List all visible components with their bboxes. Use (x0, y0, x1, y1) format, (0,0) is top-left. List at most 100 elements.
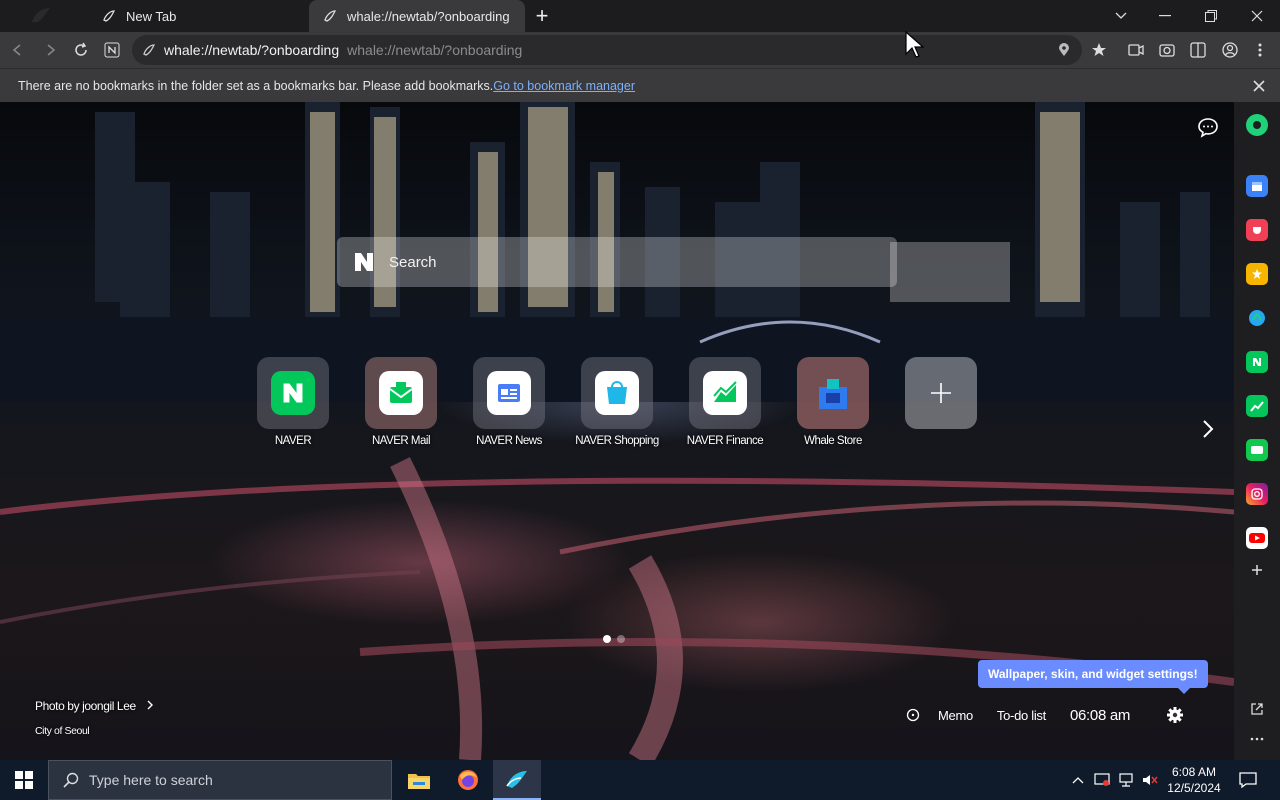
settings-tooltip: Wallpaper, skin, and widget settings! (978, 660, 1208, 694)
webtoon-icon[interactable] (1246, 439, 1268, 461)
network-tray-icon[interactable] (1116, 760, 1136, 800)
pocket-icon[interactable] (1246, 219, 1268, 241)
bookmark-manager-link[interactable]: Go to bookmark manager (493, 79, 635, 93)
external-link-icon (1251, 703, 1263, 715)
close-window-button[interactable] (1234, 0, 1280, 32)
firefox-icon (458, 770, 478, 790)
page-dot[interactable] (617, 635, 625, 643)
windows-logo-icon (15, 771, 33, 789)
menu-button[interactable] (1248, 38, 1272, 62)
speed-dial-tile (905, 357, 977, 429)
memo-widget[interactable]: Memo (938, 708, 973, 723)
whale-logo-icon[interactable] (30, 6, 52, 26)
sidebar-toggle-button[interactable] (1186, 38, 1210, 62)
new-tab-button[interactable]: + (528, 3, 556, 29)
page-dot-active[interactable] (603, 635, 611, 643)
url-autocomplete: whale://newtab/?onboarding (347, 42, 523, 58)
whale-store-icon (819, 379, 847, 409)
security-tray-icon[interactable] (1092, 760, 1112, 800)
back-button[interactable] (6, 38, 30, 62)
speed-dial-whale-store[interactable]: Whale Store (783, 357, 883, 448)
taskbar-clock[interactable]: 6:08 AM 12/5/2024 (1164, 764, 1224, 796)
arrow-left-icon (12, 44, 21, 56)
whale-tab-icon (103, 10, 116, 22)
calendar-icon[interactable] (1246, 175, 1268, 197)
notification-center-button[interactable] (1232, 760, 1264, 800)
feedback-chat-icon[interactable] (1196, 116, 1220, 140)
naver-news-icon (487, 371, 531, 415)
tab-new-tab[interactable]: New Tab (88, 0, 308, 32)
arrow-right-icon (47, 44, 56, 56)
sidebar-more-button[interactable] (1246, 728, 1268, 750)
show-hidden-icons-button[interactable] (1068, 760, 1088, 800)
forward-button[interactable] (38, 38, 62, 62)
speed-dial-tile (581, 357, 653, 429)
star-icon[interactable] (1246, 263, 1268, 285)
tab-list-button[interactable] (1098, 0, 1144, 32)
chevron-right-icon[interactable] (1196, 417, 1220, 441)
notification-icon (1239, 772, 1257, 788)
restore-button[interactable] (1188, 0, 1234, 32)
toolbar: whale://newtab/?onboarding whale://newta… (0, 32, 1280, 68)
capture-button[interactable] (1124, 38, 1148, 62)
naver-search-box[interactable]: Search (337, 237, 897, 287)
restore-icon (1205, 10, 1217, 22)
address-bar[interactable]: whale://newtab/?onboarding whale://newta… (132, 35, 1082, 65)
whale-browser-button[interactable] (493, 760, 541, 800)
todo-widget[interactable]: To-do list (997, 708, 1046, 723)
reload-button[interactable] (69, 38, 93, 62)
more-vertical-icon (1258, 43, 1262, 57)
speed-dial-label: NAVER News (476, 435, 542, 447)
photo-credit[interactable]: Photo by joongil Lee City of Seoul (35, 699, 155, 737)
speed-dial-naver-shopping[interactable]: NAVER Shopping (567, 357, 667, 448)
more-horizontal-icon (1250, 737, 1264, 741)
translate-icon[interactable] (1246, 307, 1268, 329)
naver-n-logo-icon (355, 253, 373, 271)
photo-location: City of Seoul (35, 725, 90, 737)
whale-site-icon (143, 44, 156, 56)
speed-dial-naver[interactable]: NAVER (243, 357, 343, 448)
firefox-button[interactable] (444, 760, 492, 800)
instagram-icon[interactable] (1246, 483, 1268, 505)
speed-dial-tile (797, 357, 869, 429)
speed-dial-tile (689, 357, 761, 429)
new-tab-page: Search NAVER NAVER Mail NAVER News NAVER… (0, 102, 1234, 760)
search-placeholder: Search (389, 253, 437, 271)
favorites-button[interactable] (1088, 38, 1112, 62)
speed-dial-naver-news[interactable]: NAVER News (459, 357, 559, 448)
add-shortcut-button[interactable] (891, 357, 991, 429)
naver-home-button[interactable] (100, 38, 124, 62)
screenshot-button[interactable] (1155, 38, 1179, 62)
close-icon[interactable] (1250, 77, 1268, 95)
youtube-icon[interactable] (1246, 527, 1268, 549)
tab-onboarding[interactable]: whale://newtab/?onboarding (309, 0, 525, 32)
tab-title: New Tab (126, 8, 177, 24)
speed-dial-naver-mail[interactable]: NAVER Mail (351, 357, 451, 448)
page-indicator (603, 630, 631, 648)
naver-shopping-icon (595, 371, 639, 415)
naver-icon (271, 371, 315, 415)
plus-icon (1252, 565, 1262, 575)
location-button[interactable] (1052, 38, 1076, 62)
green-dot-icon[interactable] (1246, 114, 1268, 136)
profile-button[interactable] (1218, 38, 1242, 62)
whale-browser-icon (506, 771, 527, 788)
taskbar-date: 12/5/2024 (1167, 781, 1221, 795)
gear-icon[interactable] (1166, 706, 1184, 724)
speed-dial-naver-finance[interactable]: NAVER Finance (675, 357, 775, 448)
minimize-icon (1159, 15, 1171, 17)
naver-talk-icon[interactable] (1246, 351, 1268, 373)
taskbar-search[interactable]: Type here to search (48, 760, 392, 800)
start-button[interactable] (0, 760, 48, 800)
network-icon (1119, 773, 1133, 787)
minimize-button[interactable] (1142, 0, 1188, 32)
target-icon[interactable] (906, 708, 920, 722)
file-explorer-button[interactable] (395, 760, 443, 800)
chevron-down-icon (1115, 12, 1127, 19)
open-external-button[interactable] (1246, 698, 1268, 720)
finance-chart-icon[interactable] (1246, 395, 1268, 417)
speed-dial-label: NAVER Finance (686, 435, 764, 447)
naver-finance-icon (703, 371, 747, 415)
add-sidebar-app-button[interactable] (1246, 559, 1268, 581)
volume-tray-icon[interactable] (1140, 760, 1160, 800)
